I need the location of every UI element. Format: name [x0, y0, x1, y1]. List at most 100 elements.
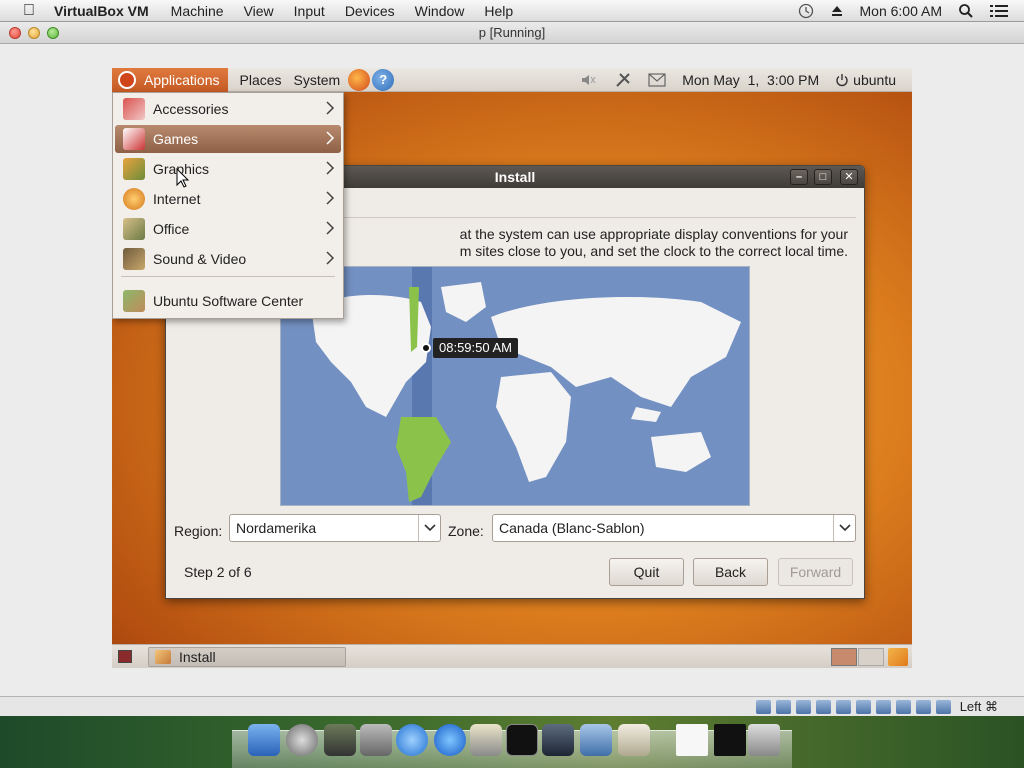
app-store-icon[interactable] [434, 724, 466, 756]
apple-menu-icon[interactable]:  [18, 2, 40, 20]
menu-window[interactable]: Window [415, 3, 465, 19]
user-name: ubuntu [853, 72, 896, 88]
dialog-maximize-button[interactable]: □ [814, 169, 832, 185]
virtualbox-icon[interactable] [580, 724, 612, 756]
window-minimize-button[interactable] [28, 27, 40, 39]
document-icon[interactable] [676, 724, 708, 756]
user-menu[interactable]: ubuntu [835, 72, 896, 88]
optical-drive-icon[interactable] [775, 699, 791, 714]
eject-icon[interactable] [830, 4, 844, 18]
preview-icon[interactable] [618, 724, 650, 756]
virtualbox-window: p [Running] Applications Places System ?… [0, 22, 1024, 716]
usb-icon[interactable] [835, 699, 851, 714]
chevron-right-icon [326, 161, 335, 175]
shared-folders-icon[interactable] [875, 699, 891, 714]
back-button[interactable]: Back [693, 558, 768, 586]
gnome-top-panel: Applications Places System ? Mon May 1, … [112, 68, 912, 92]
window-titlebar[interactable]: p [Running] [0, 22, 1024, 44]
time-tooltip: 08:59:50 AM [433, 338, 518, 358]
menu-item-office[interactable]: Office [115, 215, 341, 243]
menu-view[interactable]: View [244, 3, 274, 19]
facetime-icon[interactable] [542, 724, 574, 756]
capture-icon[interactable] [935, 699, 951, 714]
timezone-marker[interactable] [421, 343, 431, 353]
applications-menu-popup: Accessories Games Graphics Internet Offi [112, 92, 344, 319]
volume-icon[interactable] [580, 72, 598, 88]
software-center-icon [123, 290, 145, 312]
menu-input[interactable]: Input [294, 3, 325, 19]
power-icon [836, 74, 848, 87]
time-machine-icon[interactable] [798, 3, 814, 19]
system-preferences-icon[interactable] [360, 724, 392, 756]
chevron-right-icon [326, 221, 335, 235]
menu-item-sound-video[interactable]: Sound & Video [115, 245, 341, 273]
chevron-right-icon [326, 251, 335, 265]
taskbar-install-button[interactable]: Install [148, 647, 346, 667]
show-desktop-icon[interactable] [118, 650, 132, 663]
window-close-button[interactable] [9, 27, 21, 39]
zone-label: Zone: [448, 523, 484, 539]
vm-window-icon[interactable] [714, 724, 746, 756]
trash-can-icon[interactable] [748, 724, 780, 756]
workspace-2[interactable] [858, 648, 884, 666]
gnome-bottom-panel: Install [112, 644, 912, 668]
firefox-launcher-icon[interactable] [348, 68, 371, 91]
trash-icon[interactable] [888, 648, 908, 666]
app-name-menu[interactable]: VirtualBox VM [54, 3, 149, 19]
chevron-right-icon [326, 191, 335, 205]
dialog-minimize-button[interactable]: – [790, 169, 808, 185]
chevron-right-icon [326, 101, 335, 115]
region-value: Nordamerika [236, 520, 317, 536]
games-icon [123, 128, 145, 150]
installer-icon [155, 650, 171, 664]
region-label: Region: [174, 523, 223, 539]
internet-icon [123, 188, 145, 210]
dialog-title: Install [494, 169, 536, 185]
menu-item-accessories[interactable]: Accessories [115, 95, 341, 123]
guest-screen[interactable]: Applications Places System ? Mon May 1, … [112, 68, 912, 668]
menu-item-internet[interactable]: Internet [115, 185, 341, 213]
network-icon[interactable] [614, 71, 632, 89]
region-dropdown[interactable]: Nordamerika [229, 514, 441, 542]
workspace-1[interactable] [831, 648, 857, 666]
audio-icon[interactable] [795, 699, 811, 714]
places-menu[interactable]: Places [240, 72, 282, 88]
window-title: p [Running] [478, 25, 546, 40]
menu-item-software-center[interactable]: Ubuntu Software Center [115, 287, 341, 315]
world-timezone-map[interactable]: 08:59:50 AM [280, 266, 750, 506]
mail-icon[interactable] [648, 73, 666, 87]
system-menu[interactable]: System [294, 72, 341, 88]
menu-devices[interactable]: Devices [345, 3, 395, 19]
terminal-icon[interactable] [506, 724, 538, 756]
chevron-right-icon [326, 131, 335, 145]
applications-menu-button[interactable]: Applications [112, 68, 228, 92]
menu-help[interactable]: Help [484, 3, 513, 19]
step-indicator: Step 2 of 6 [184, 564, 252, 580]
spotlight-search-icon[interactable] [958, 3, 974, 19]
menu-machine[interactable]: Machine [171, 3, 224, 19]
panel-clock[interactable]: Mon May 1, 3:00 PM [682, 72, 819, 88]
quit-button[interactable]: Quit [609, 558, 684, 586]
virtualization-icon[interactable] [895, 699, 911, 714]
safari-icon[interactable] [396, 724, 428, 756]
chevron-down-icon [418, 515, 440, 541]
forward-button[interactable]: Forward [778, 558, 853, 586]
zone-dropdown[interactable]: Canada (Blanc-Sablon) [492, 514, 856, 542]
mouse-integration-icon[interactable] [915, 699, 931, 714]
menu-item-graphics[interactable]: Graphics [115, 155, 341, 183]
display-icon[interactable] [855, 699, 871, 714]
menubar-clock[interactable]: Mon 6:00 AM [860, 3, 943, 19]
mission-control-icon[interactable] [324, 724, 356, 756]
world-map-graphic [281, 267, 749, 505]
script-editor-icon[interactable] [470, 724, 502, 756]
zone-value: Canada (Blanc-Sablon) [499, 520, 645, 536]
network-adapter-icon[interactable] [815, 699, 831, 714]
notification-list-icon[interactable] [990, 4, 1008, 18]
help-launcher-icon[interactable]: ? [372, 68, 395, 91]
dialog-close-button[interactable]: ✕ [840, 169, 858, 185]
hard-disk-icon[interactable] [755, 699, 771, 714]
menu-item-games[interactable]: Games [115, 125, 341, 153]
launchpad-icon[interactable] [286, 724, 318, 756]
window-zoom-button[interactable] [47, 27, 59, 39]
finder-icon[interactable] [248, 724, 280, 756]
